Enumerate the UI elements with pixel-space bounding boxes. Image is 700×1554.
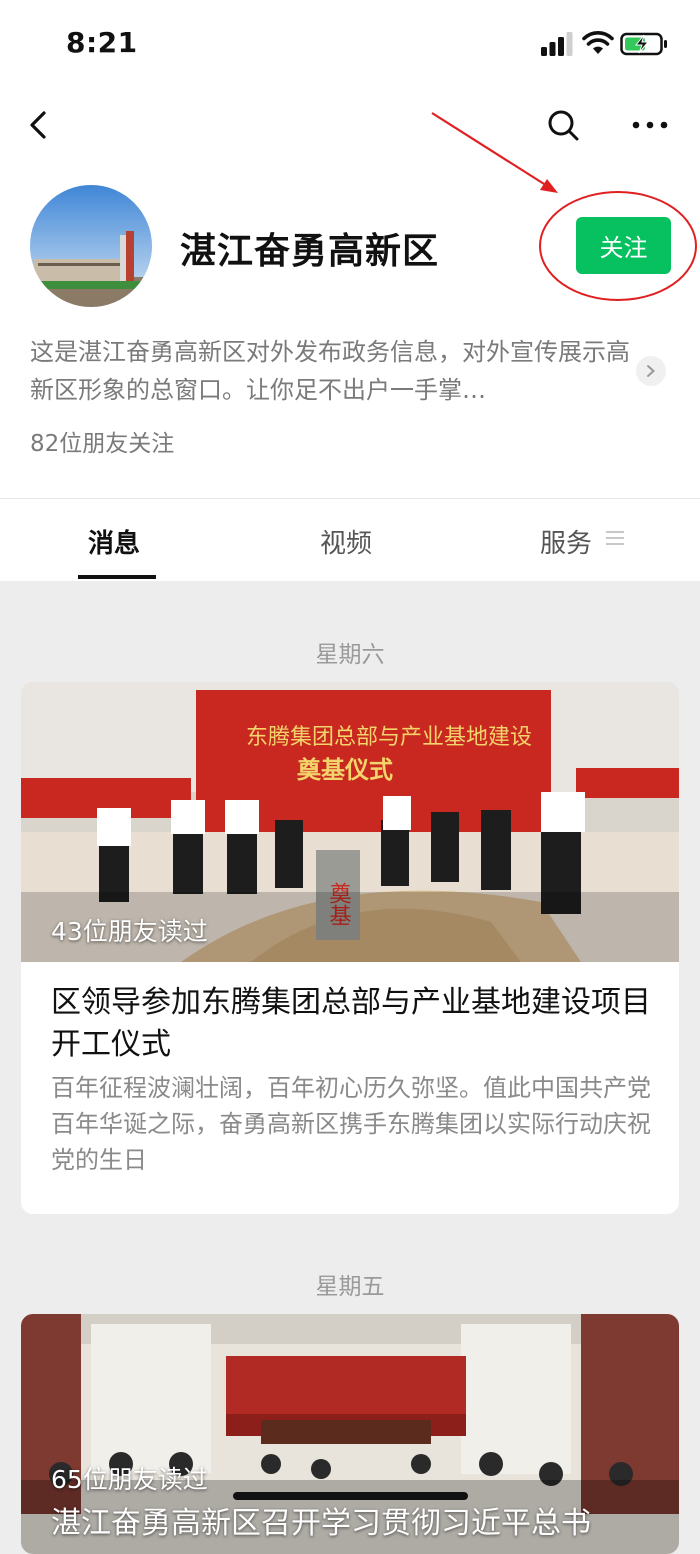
date-separator: 星期五 <box>315 1274 385 1300</box>
menu-lines-icon <box>606 531 624 545</box>
banner-text: 东腾集团总部与产业基地建设 <box>246 725 532 750</box>
article-card[interactable]: 65位朋友读过 湛江奋勇高新区召开学习贯彻习近平总书 <box>21 1314 679 1554</box>
search-icon[interactable] <box>545 107 581 143</box>
article-cover-image: 东腾集团总部与产业基地建设 奠基仪式 奠基 43位朋友读过 <box>21 682 679 962</box>
nav-bar <box>0 95 700 155</box>
status-bar: 8:21 <box>0 0 700 90</box>
status-time: 8:21 <box>66 26 138 59</box>
more-options-icon[interactable] <box>630 113 670 137</box>
profile-header: 8:21 湛江奋勇高新区 关注 这是湛江奋勇高新区对外发布政务信息，对外宣传展示… <box>0 0 700 498</box>
battery-charging-icon <box>620 32 667 56</box>
chevron-right-icon <box>647 365 655 377</box>
back-chevron-icon[interactable] <box>24 107 54 143</box>
tab-messages[interactable]: 消息 <box>88 523 140 560</box>
account-name: 湛江奋勇高新区 <box>180 231 440 272</box>
tab-bar: 消息 视频 服务 <box>0 498 700 581</box>
account-description: 这是湛江奋勇高新区对外发布政务信息，对外宣传展示高新区形象的总窗口。让你足不出户… <box>30 338 630 404</box>
follower-count: 82位朋友关注 <box>30 431 175 457</box>
article-title[interactable]: 湛江奋勇高新区召开学习贯彻习近平总书 <box>51 1498 671 1542</box>
article-summary: 百年征程波澜壮阔，百年初心历久弥坚。值此中国共产党百年华诞之际，奋勇高新区携手东… <box>51 1074 651 1174</box>
wifi-icon <box>582 31 614 54</box>
read-count: 65位朋友读过 <box>51 1465 208 1494</box>
home-indicator <box>233 1492 468 1500</box>
article-cover-image: 65位朋友读过 湛江奋勇高新区召开学习贯彻习近平总书 <box>21 1314 679 1554</box>
tab-videos[interactable]: 视频 <box>320 523 372 560</box>
tab-services[interactable]: 服务 <box>540 523 592 560</box>
article-title[interactable]: 区领导参加东腾集团总部与产业基地建设项目开工仪式 <box>51 982 651 1066</box>
read-count: 43位朋友读过 <box>51 917 208 946</box>
banner-subtitle: 奠基仪式 <box>297 756 393 784</box>
cellular-signal-icon <box>541 32 573 56</box>
date-separator: 星期六 <box>315 642 385 668</box>
article-card[interactable]: 东腾集团总部与产业基地建设 奠基仪式 奠基 43位朋友读过 区领导参加东腾集团总… <box>21 682 679 1214</box>
expand-description-button[interactable] <box>636 356 666 386</box>
active-tab-indicator <box>78 575 156 579</box>
account-avatar <box>30 185 152 307</box>
follow-button[interactable]: 关注 <box>576 217 671 274</box>
